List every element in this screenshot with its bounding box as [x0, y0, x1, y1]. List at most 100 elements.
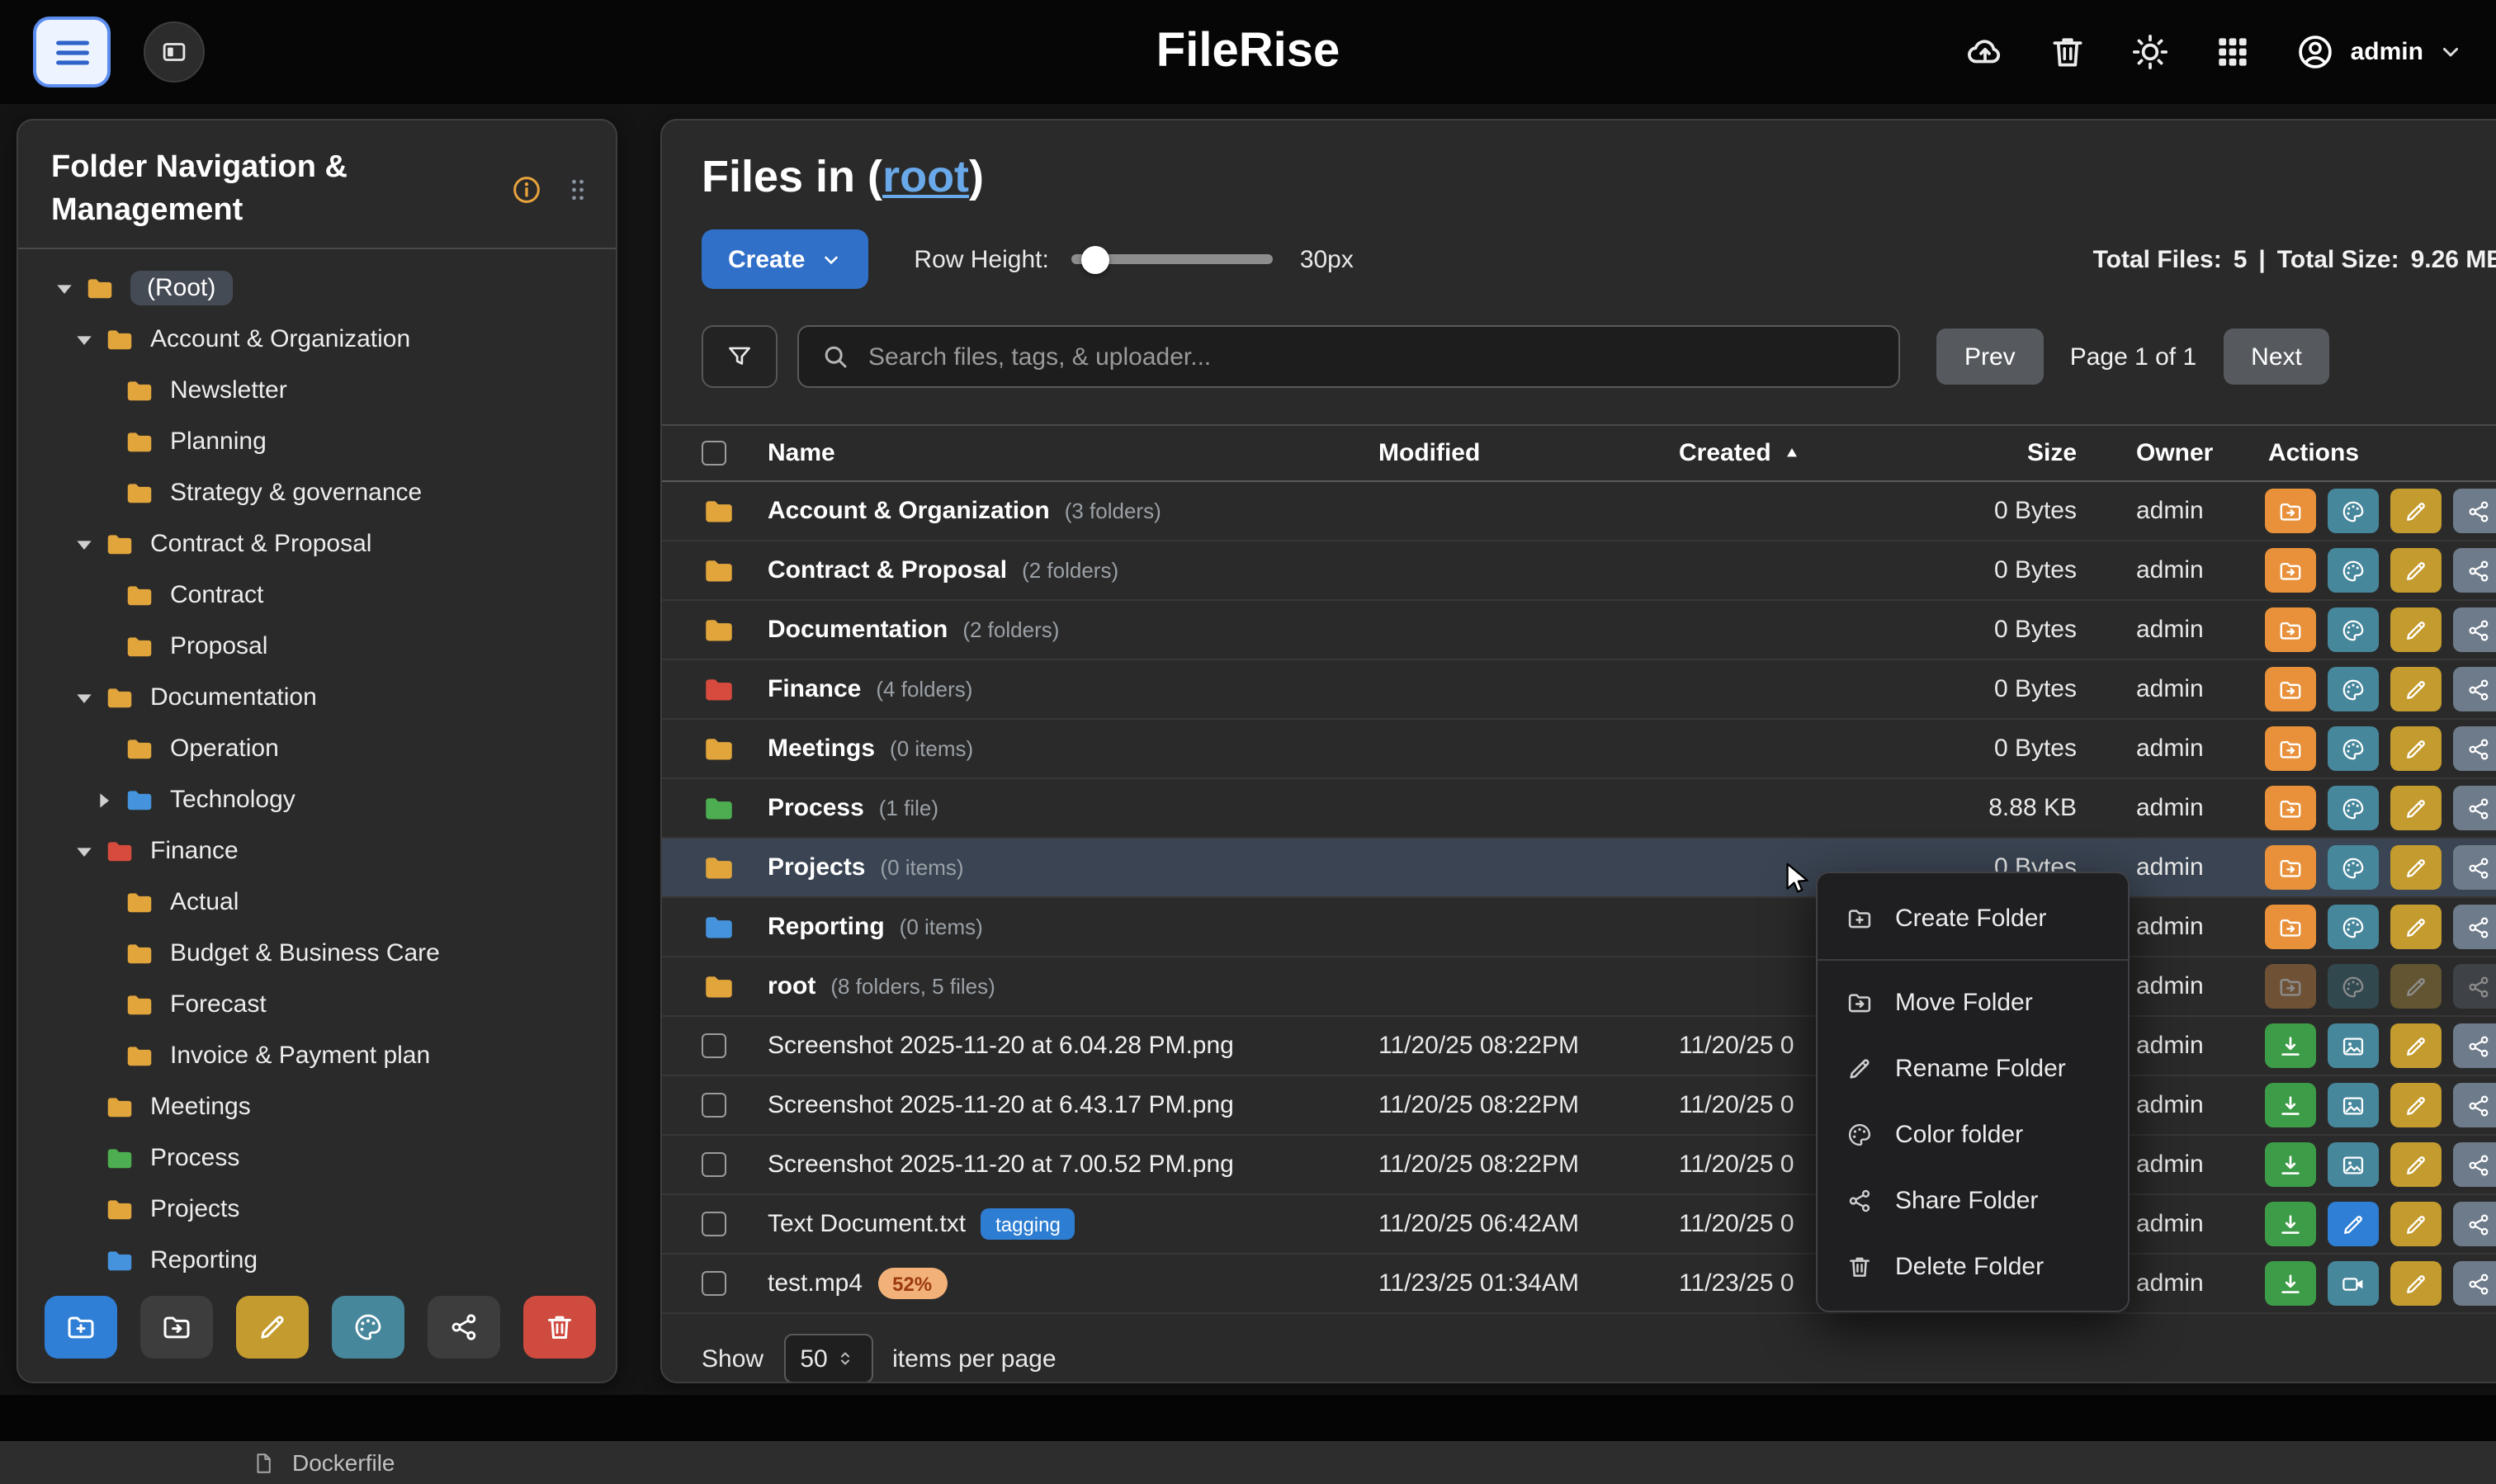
select-all-checkbox[interactable]: [702, 441, 726, 466]
folder-row-contract-proposal[interactable]: Contract & Proposal(2 folders)0 Bytesadm…: [662, 541, 2496, 601]
preview-image-button[interactable]: [2328, 1142, 2379, 1187]
rename-folder-button[interactable]: [2390, 905, 2442, 949]
color-folder-button[interactable]: [2328, 607, 2379, 652]
search-input[interactable]: [868, 343, 1877, 371]
rename-folder-button[interactable]: [2390, 667, 2442, 711]
share-folder-button[interactable]: [2453, 667, 2496, 711]
tree-item-technology[interactable]: Technology: [31, 775, 606, 826]
rename-folder-button[interactable]: [2390, 726, 2442, 771]
tree-item-root[interactable]: (Root): [31, 263, 606, 314]
share-folder-button[interactable]: [428, 1296, 500, 1359]
download-file-button[interactable]: [2265, 1261, 2316, 1306]
menu-item-share-folder[interactable]: Share Folder: [1818, 1167, 2128, 1233]
color-folder-button[interactable]: [2328, 548, 2379, 593]
tree-item-contract-proposal[interactable]: Contract & Proposal: [31, 519, 606, 570]
edit-file-button[interactable]: [2328, 1202, 2379, 1246]
file-row-screenshot-2025-11-20-at-6-04-28-pm-png[interactable]: Screenshot 2025-11-20 at 6.04.28 PM.png1…: [662, 1017, 2496, 1076]
tree-item-documentation[interactable]: Documentation: [31, 673, 606, 724]
row-height-slider[interactable]: [1072, 254, 1274, 264]
tree-item-operation[interactable]: Operation: [31, 724, 606, 775]
row-checkbox[interactable]: [702, 1033, 726, 1058]
tree-item-newsletter[interactable]: Newsletter: [31, 366, 606, 417]
share-folder-button[interactable]: [2453, 905, 2496, 949]
color-folder-button[interactable]: [2328, 786, 2379, 830]
share-folder-button[interactable]: [2453, 548, 2496, 593]
folder-row-meetings[interactable]: Meetings(0 items)0 Bytesadmin: [662, 720, 2496, 779]
rename-folder-button[interactable]: [236, 1296, 309, 1359]
column-header-actions[interactable]: Actions: [2248, 439, 2496, 467]
root-link[interactable]: root: [882, 152, 969, 201]
column-header-owner[interactable]: Owner: [2077, 439, 2248, 467]
rename-file-button[interactable]: [2390, 1023, 2442, 1068]
drag-handle-icon[interactable]: [563, 174, 593, 204]
download-file-button[interactable]: [2265, 1202, 2316, 1246]
tree-item-meetings[interactable]: Meetings: [31, 1082, 606, 1133]
column-header-name[interactable]: Name: [768, 439, 1378, 467]
tree-item-process[interactable]: Process: [31, 1133, 606, 1184]
folder-row-projects[interactable]: Projects(0 items)0 Bytesadmin: [662, 839, 2496, 898]
rename-folder-button[interactable]: [2390, 548, 2442, 593]
tree-item-forecast[interactable]: Forecast: [31, 980, 606, 1031]
tree-item-account-organization[interactable]: Account & Organization: [31, 314, 606, 366]
filter-button[interactable]: [702, 325, 778, 388]
folder-row-account-organization[interactable]: Account & Organization(3 folders)0 Bytes…: [662, 482, 2496, 541]
row-checkbox[interactable]: [702, 1152, 726, 1177]
share-folder-button[interactable]: [2453, 845, 2496, 890]
column-header-modified[interactable]: Modified: [1378, 439, 1679, 467]
rename-folder-button[interactable]: [2390, 489, 2442, 533]
share-folder-button[interactable]: [2453, 489, 2496, 533]
color-folder-button[interactable]: [2328, 489, 2379, 533]
caret-down-icon[interactable]: [51, 276, 78, 302]
caret-down-icon[interactable]: [71, 839, 97, 865]
column-header-created[interactable]: Created: [1679, 439, 1971, 467]
user-menu[interactable]: admin: [2295, 31, 2463, 73]
menu-item-move-folder[interactable]: Move Folder: [1818, 969, 2128, 1035]
row-checkbox[interactable]: [702, 1212, 726, 1236]
move-folder-button[interactable]: [2265, 607, 2316, 652]
color-folder-button[interactable]: [2328, 845, 2379, 890]
download-file-button[interactable]: [2265, 1023, 2316, 1068]
column-header-size[interactable]: Size: [1971, 439, 2077, 467]
move-folder-button[interactable]: [2265, 489, 2316, 533]
color-folder-button[interactable]: [2328, 726, 2379, 771]
share-file-button[interactable]: [2453, 1202, 2496, 1246]
preview-video-button[interactable]: [2328, 1261, 2379, 1306]
folder-row-process[interactable]: Process(1 file)8.88 KBadmin: [662, 779, 2496, 839]
caret-right-icon[interactable]: [91, 787, 117, 814]
menu-button[interactable]: [33, 17, 111, 87]
per-page-select[interactable]: 50: [783, 1334, 872, 1383]
menu-item-create-folder[interactable]: Create Folder: [1818, 885, 2128, 951]
tree-item-projects[interactable]: Projects: [31, 1184, 606, 1236]
move-folder-button[interactable]: [140, 1296, 213, 1359]
move-folder-button[interactable]: [2265, 726, 2316, 771]
preview-image-button[interactable]: [2328, 1023, 2379, 1068]
share-file-button[interactable]: [2453, 1142, 2496, 1187]
upload-button[interactable]: [1964, 31, 2006, 73]
tree-item-reporting[interactable]: Reporting: [31, 1236, 606, 1287]
file-row-screenshot-2025-11-20-at-7-00-52-pm-png[interactable]: Screenshot 2025-11-20 at 7.00.52 PM.png1…: [662, 1136, 2496, 1195]
preview-image-button[interactable]: [2328, 1083, 2379, 1127]
caret-down-icon[interactable]: [71, 532, 97, 558]
file-row-test-mp4[interactable]: test.mp452%11/23/25 01:34AM11/23/25 0adm…: [662, 1255, 2496, 1314]
share-folder-button[interactable]: [2453, 726, 2496, 771]
theme-toggle-button[interactable]: [2130, 31, 2171, 73]
folder-row-finance[interactable]: Finance(4 folders)0 Bytesadmin: [662, 660, 2496, 720]
prev-button[interactable]: Prev: [1936, 328, 2044, 385]
share-file-button[interactable]: [2453, 1261, 2496, 1306]
delete-folder-button[interactable]: [523, 1296, 596, 1359]
download-file-button[interactable]: [2265, 1142, 2316, 1187]
move-folder-button[interactable]: [2265, 786, 2316, 830]
tree-item-invoice-payment-plan[interactable]: Invoice & Payment plan: [31, 1031, 606, 1082]
download-file-button[interactable]: [2265, 1083, 2316, 1127]
row-checkbox[interactable]: [702, 1093, 726, 1118]
rename-folder-button[interactable]: [2390, 607, 2442, 652]
file-row-screenshot-2025-11-20-at-6-43-17-pm-png[interactable]: Screenshot 2025-11-20 at 6.43.17 PM.png1…: [662, 1076, 2496, 1136]
share-folder-button[interactable]: [2453, 786, 2496, 830]
move-folder-button[interactable]: [2265, 845, 2316, 890]
background-file-row[interactable]: Dockerfile: [0, 1441, 2496, 1484]
move-folder-button[interactable]: [2265, 548, 2316, 593]
color-folder-button[interactable]: [2328, 905, 2379, 949]
color-folder-button[interactable]: [2328, 667, 2379, 711]
create-folder-button[interactable]: [45, 1296, 117, 1359]
color-folder-button[interactable]: [332, 1296, 404, 1359]
